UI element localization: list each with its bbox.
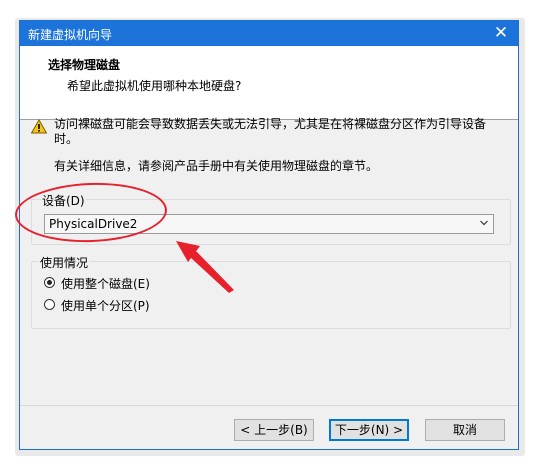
radio-button-checked[interactable] [44, 277, 55, 288]
usage-label: 使用情况 [39, 254, 90, 271]
button-area-separator [20, 405, 518, 406]
page-title: 选择物理磁盘 [48, 58, 121, 72]
info-text: 有关详细信息，请参阅产品手册中有关使用物理磁盘的章节。 [54, 159, 379, 173]
chevron-down-icon [480, 220, 488, 226]
wizard-header: 选择物理磁盘 希望此虚拟机使用哪种本地硬盘? [20, 46, 518, 120]
cancel-button[interactable]: 取消 [425, 419, 505, 441]
next-button[interactable]: 下一步(N) > [329, 419, 409, 441]
warning-icon [31, 119, 47, 134]
usage-group [31, 261, 511, 329]
window-title: 新建虚拟机向导 [28, 28, 113, 42]
title-bar: 新建虚拟机向导 ✕ [20, 21, 518, 46]
radio-single-partition-label: 使用单个分区(P) [61, 299, 150, 313]
radio-whole-disk-label: 使用整个磁盘(E) [61, 277, 150, 291]
page-subtitle: 希望此虚拟机使用哪种本地硬盘? [67, 79, 242, 93]
warning-text: 访问裸磁盘可能会导致数据丢失或无法引导，尤其是在将裸磁盘分区作为引导设备时。 [54, 117, 487, 146]
close-icon[interactable]: ✕ [484, 21, 518, 46]
radio-button[interactable] [44, 299, 55, 310]
radio-selected-dot [47, 280, 52, 285]
back-button[interactable]: < 上一步(B) [234, 419, 314, 441]
